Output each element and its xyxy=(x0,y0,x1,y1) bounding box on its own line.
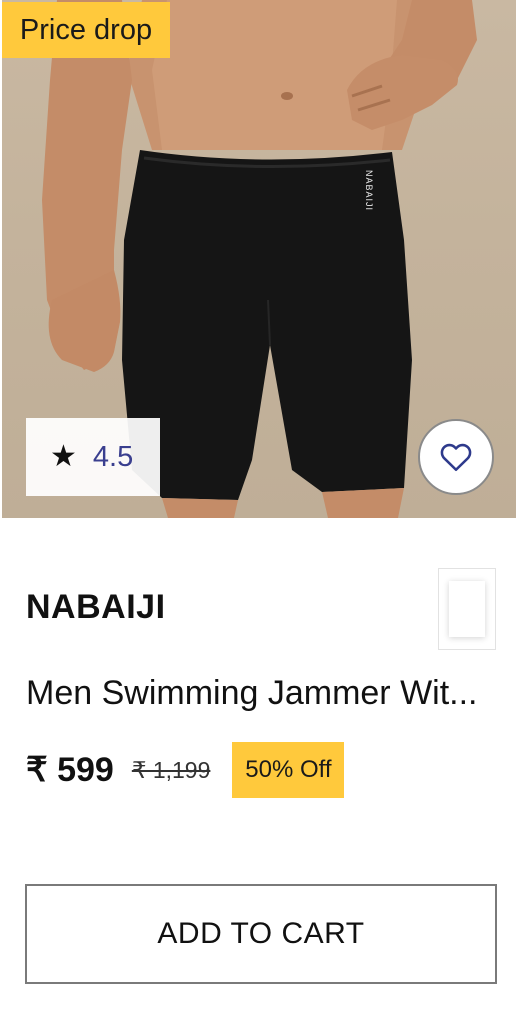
price-row: ₹ 599 ₹ 1,199 50% Off xyxy=(26,742,345,798)
discount-badge: 50% Off xyxy=(232,742,345,798)
rating-value: 4.5 xyxy=(92,440,134,473)
current-price: ₹ 599 xyxy=(26,751,114,789)
product-title[interactable]: Men Swimming Jammer Wit... xyxy=(26,674,496,713)
waistband-logo: NABAIJI xyxy=(364,170,374,212)
add-to-cart-button[interactable]: ADD TO CART xyxy=(25,884,497,984)
color-swatch-thumbnail xyxy=(449,581,485,637)
heart-outline-icon xyxy=(440,443,472,472)
brand-name: NABAIJI xyxy=(26,588,166,626)
price-drop-badge: Price drop xyxy=(2,2,170,58)
star-icon: ★ xyxy=(50,440,77,473)
product-card[interactable]: NABAIJI Price drop ★ 4.5 NABAIJI Men Swi… xyxy=(0,0,516,1025)
wishlist-button[interactable] xyxy=(418,419,494,495)
rating-badge: ★ 4.5 xyxy=(26,418,160,496)
color-swatch[interactable] xyxy=(438,568,496,650)
original-price: ₹ 1,199 xyxy=(131,756,211,783)
